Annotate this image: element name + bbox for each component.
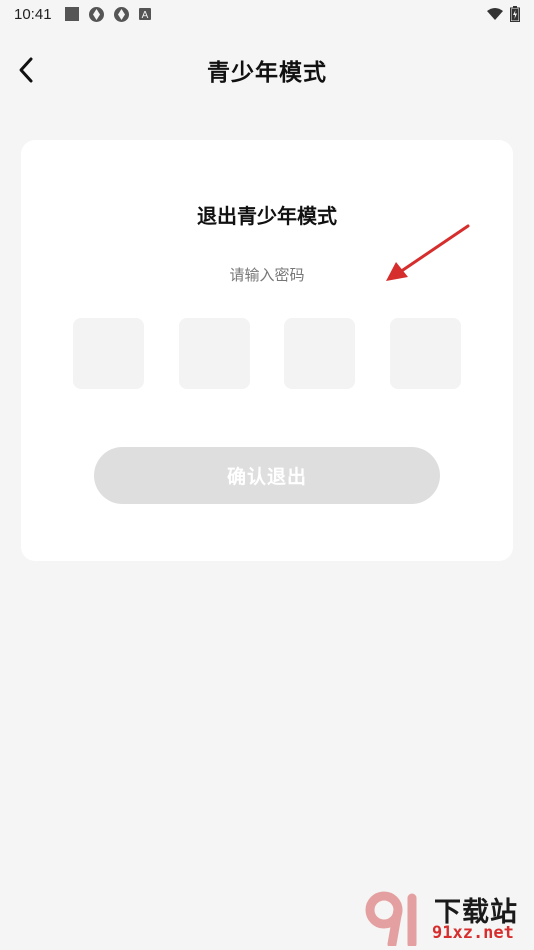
password-prompt: 请输入密码 [229,266,305,284]
chevron-left-icon [19,57,33,83]
card-title: 退出青少年模式 [197,204,337,228]
header: 青少年模式 [0,44,534,96]
pin-digit-1[interactable] [73,318,144,389]
wifi-icon [487,8,503,20]
screen: 10:41 A 青少年模式 退出青少年模式 请输入密码 确认退出 下载站 91x… [0,0,534,950]
pin-digit-3[interactable] [284,318,356,389]
a-badge-icon: A [138,8,151,21]
hex-icon-2 [113,6,129,22]
pin-digit-4[interactable] [389,318,461,389]
square-icon [64,7,79,21]
pin-input-row [73,318,461,390]
status-time: 10:41 [14,5,52,23]
status-bar: 10:41 A [0,0,534,28]
back-button[interactable] [8,52,44,88]
watermark: 下载站 91xz.net [362,888,532,948]
exit-teen-mode-card: 退出青少年模式 请输入密码 确认退出 [21,140,513,561]
confirm-exit-button[interactable]: 确认退出 [94,447,440,504]
status-notification-icons: A [64,6,152,23]
status-system-icons [486,6,520,22]
watermark-logo-icon [365,891,417,946]
battery-icon [510,6,520,22]
pin-digit-2[interactable] [178,318,250,389]
hex-icon-1 [88,6,104,22]
svg-text:A: A [141,10,148,21]
page-title: 青少年模式 [207,60,327,86]
watermark-url: 91xz.net [432,923,514,943]
